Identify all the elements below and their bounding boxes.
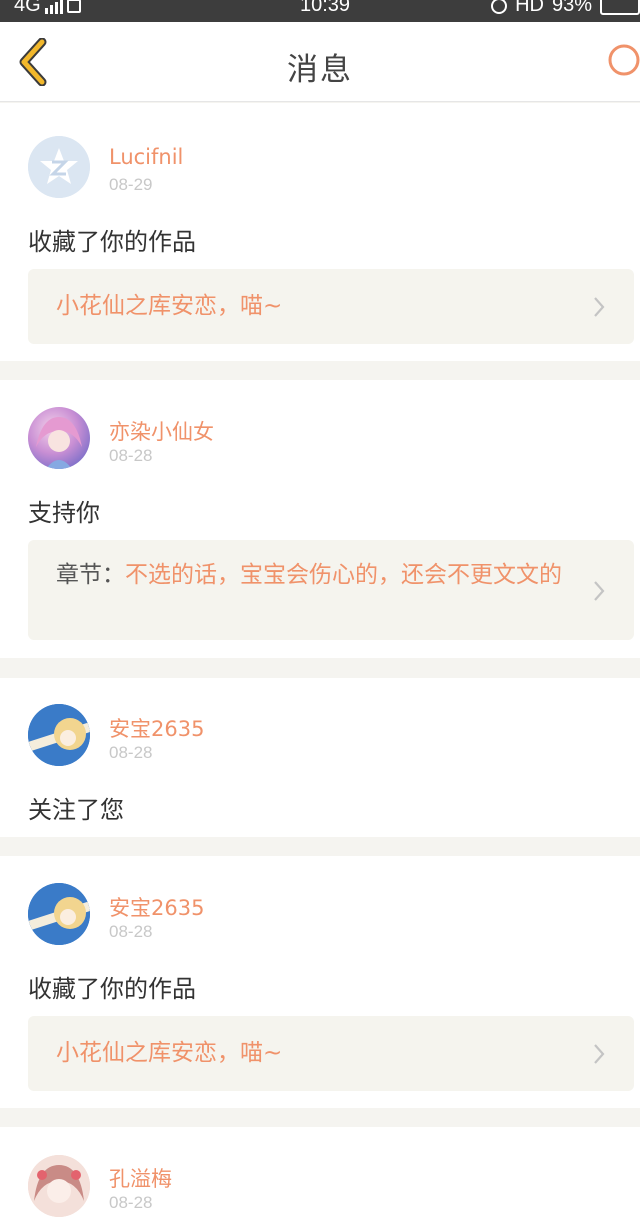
nav-bar: 消息 — [0, 22, 640, 102]
message-card[interactable]: 亦染小仙女 08-28 支持你 章节：不选的话，宝宝会伤心的，还会不更文文的 — [0, 380, 640, 658]
message-action: 收藏了你的作品 — [28, 975, 196, 1003]
message-date: 08-28 — [109, 743, 153, 762]
anime-avatar-icon — [28, 704, 90, 766]
message-action: 支持你 — [28, 499, 100, 527]
avatar[interactable] — [28, 407, 90, 469]
quote-text: 章节：不选的话，宝宝会伤心的，还会不更文文的 — [56, 560, 576, 590]
message-action: 收藏了你的作品 — [28, 228, 196, 256]
message-date: 08-29 — [109, 175, 153, 194]
signal-icon — [44, 0, 63, 14]
message-date: 08-28 — [109, 922, 153, 941]
quoted-chapter[interactable]: 章节：不选的话，宝宝会伤心的，还会不更文文的 — [28, 540, 634, 640]
chevron-right-icon — [594, 581, 605, 601]
quote-title: 小花仙之库安恋，喵~ — [56, 293, 283, 319]
anime-avatar-icon — [28, 883, 90, 945]
avatar[interactable] — [28, 704, 90, 766]
message-action: 关注了您 — [28, 796, 124, 824]
anime-avatar-icon — [28, 1155, 90, 1217]
notification-icon — [66, 0, 81, 13]
quote-text: 小花仙之库安恋，喵~ — [56, 291, 576, 321]
anime-avatar-icon — [36, 417, 82, 469]
search-icon — [608, 44, 640, 76]
message-card[interactable]: 安宝2635 08-28 收藏了你的作品 小花仙之库安恋，喵~ — [0, 856, 640, 1108]
username[interactable]: Lucifnil — [109, 145, 183, 169]
quoted-work[interactable]: 小花仙之库安恋，喵~ — [28, 269, 634, 344]
quoted-work[interactable]: 小花仙之库安恋，喵~ — [28, 1016, 634, 1091]
clock: 10:39 — [300, 0, 351, 16]
avatar[interactable] — [28, 136, 90, 198]
avatar[interactable] — [28, 883, 90, 945]
chevron-right-icon — [594, 1044, 605, 1064]
message-date: 08-28 — [109, 1193, 153, 1212]
quote-text: 小花仙之库安恋，喵~ — [56, 1038, 576, 1068]
quote-prefix: 章节： — [56, 562, 125, 588]
message-card[interactable]: 安宝2635 08-28 关注了您 — [0, 678, 640, 837]
quote-title: 小花仙之库安恋，喵~ — [56, 1040, 283, 1066]
message-date: 08-28 — [109, 446, 153, 465]
quote-title: 不选的话，宝宝会伤心的，还会不更文文的 — [125, 562, 562, 588]
network-type: 4G — [14, 0, 41, 16]
status-bar: 4G 10:39 HD 93% — [0, 0, 640, 22]
username[interactable]: 孔溢梅 — [109, 1163, 172, 1193]
alarm-icon — [491, 0, 508, 14]
battery-icon — [600, 0, 640, 15]
username[interactable]: 亦染小仙女 — [109, 416, 214, 446]
search-button[interactable] — [604, 40, 640, 80]
message-card[interactable]: Lucifnil 08-29 收藏了你的作品 小花仙之库安恋，喵~ — [0, 103, 640, 361]
username[interactable]: 安宝2635 — [109, 892, 204, 922]
avatar[interactable] — [28, 1155, 90, 1217]
page-title: 消息 — [287, 52, 353, 88]
message-card[interactable]: 孔溢梅 08-28 — [0, 1127, 640, 1225]
hd-indicator: HD — [515, 0, 544, 16]
battery-percent: 93% — [551, 0, 592, 16]
chevron-right-icon — [594, 297, 605, 317]
username[interactable]: 安宝2635 — [109, 713, 204, 743]
qq-avatar-icon — [28, 136, 90, 198]
